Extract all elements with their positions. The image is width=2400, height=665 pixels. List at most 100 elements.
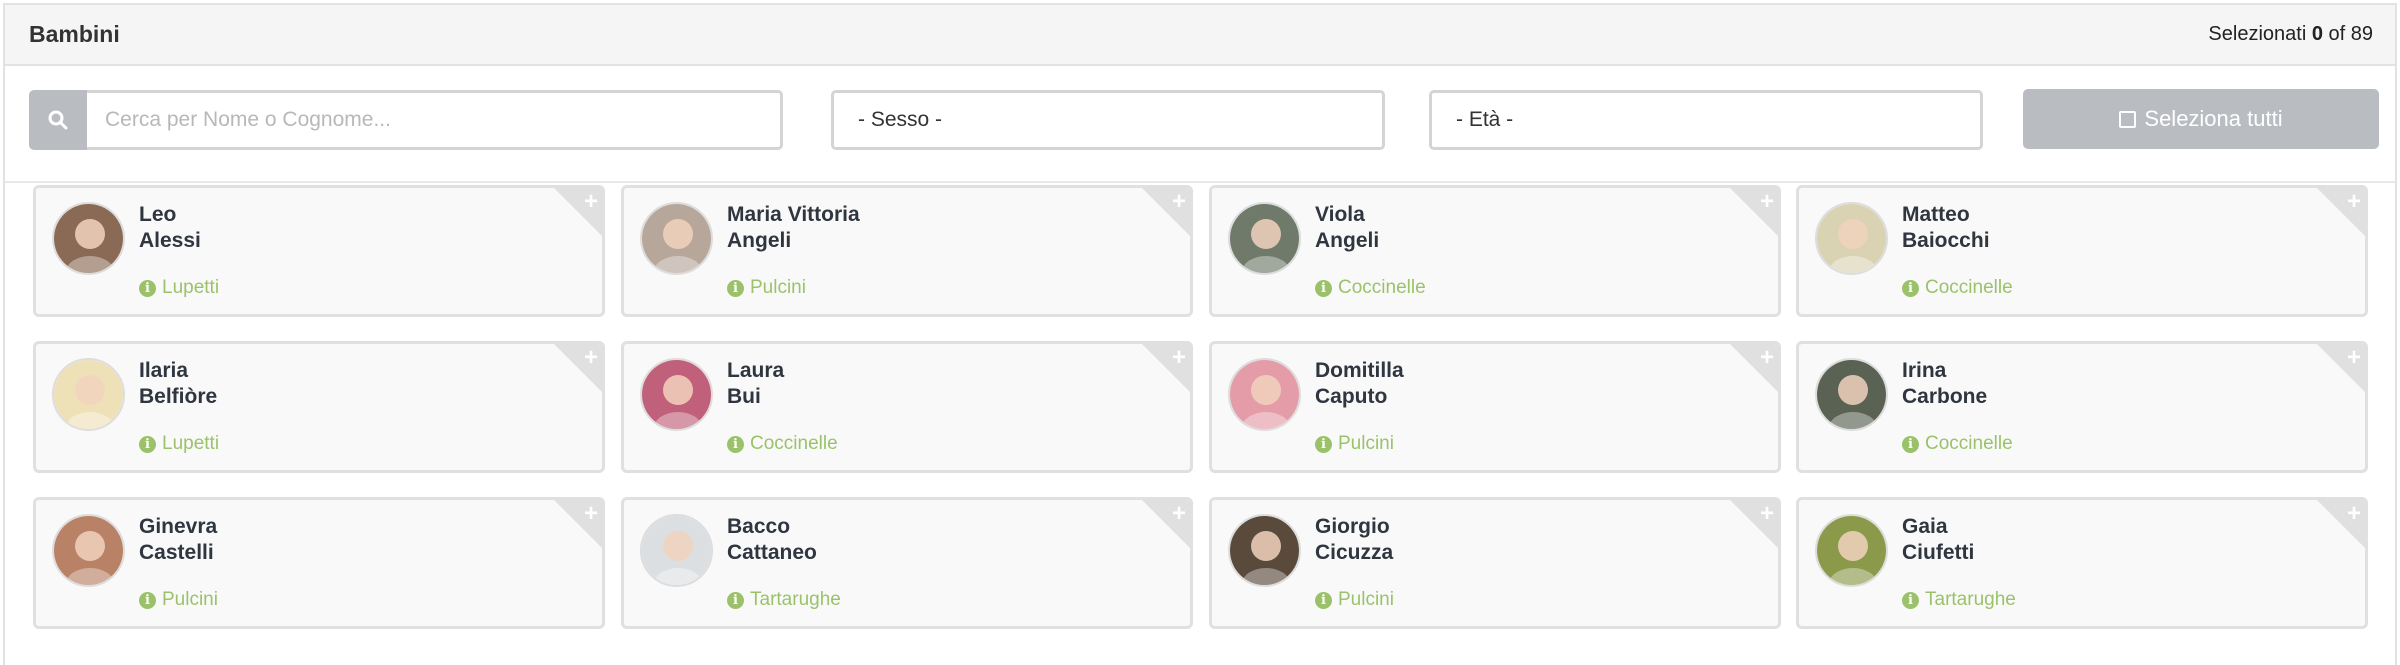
- child-first-name: Gaia: [1902, 515, 1948, 538]
- child-first-name: Bacco: [727, 515, 791, 538]
- child-group: i Pulcini: [139, 589, 218, 611]
- avatar: [1228, 514, 1301, 587]
- info-icon: i: [1315, 591, 1332, 609]
- child-card[interactable]: + Giorgio Cicuzza i Pulcini: [1209, 497, 1781, 629]
- info-icon: i: [1902, 435, 1919, 453]
- child-group-label: Pulcini: [1338, 433, 1394, 454]
- plus-icon[interactable]: +: [1172, 346, 1186, 370]
- info-icon: i: [727, 591, 744, 609]
- search-input[interactable]: [87, 90, 783, 150]
- plus-icon[interactable]: +: [1172, 190, 1186, 214]
- child-last-name: Cattaneo: [727, 541, 817, 564]
- info-icon: i: [727, 435, 744, 453]
- page-title: Bambini: [29, 21, 120, 47]
- child-group-label: Tartarughe: [1925, 589, 2016, 610]
- child-last-name: Belfiòre: [139, 385, 218, 408]
- child-last-name: Caputo: [1315, 385, 1388, 408]
- avatar: [640, 202, 713, 275]
- plus-icon[interactable]: +: [1760, 502, 1774, 526]
- child-group: i Tartarughe: [1902, 589, 2016, 611]
- child-first-name: Leo: [139, 203, 177, 226]
- avatar: [640, 358, 713, 431]
- child-last-name: Alessi: [139, 229, 201, 252]
- plus-icon[interactable]: +: [1760, 190, 1774, 214]
- child-card[interactable]: + Bacco Cattaneo i Tartarughe: [621, 497, 1193, 629]
- plus-icon[interactable]: +: [2347, 502, 2361, 526]
- child-card[interactable]: + Ilaria Belfiòre i Lupetti: [33, 341, 605, 473]
- child-card[interactable]: + Domitilla Caputo i Pulcini: [1209, 341, 1781, 473]
- child-group-label: Pulcini: [1338, 589, 1394, 610]
- child-group: i Coccinelle: [1315, 277, 1426, 299]
- plus-icon[interactable]: +: [2347, 190, 2361, 214]
- plus-icon[interactable]: +: [1760, 346, 1774, 370]
- avatar: [1815, 514, 1888, 587]
- panel-header: Bambini Selezionati 0 of 89: [5, 5, 2395, 66]
- info-icon: i: [1902, 591, 1919, 609]
- selection-counter: Selezionati 0 of 89: [2208, 23, 2373, 46]
- child-group-label: Lupetti: [162, 277, 220, 298]
- avatar: [1228, 202, 1301, 275]
- child-first-name: Giorgio: [1315, 515, 1390, 538]
- child-last-name: Bui: [727, 385, 761, 408]
- filter-bar: - Sesso - - Età - Seleziona tutti: [5, 66, 2395, 183]
- child-card[interactable]: + Laura Bui i Coccinelle: [621, 341, 1193, 473]
- child-group: i Coccinelle: [727, 433, 838, 455]
- child-group: i Coccinelle: [1902, 277, 2013, 299]
- plus-icon[interactable]: +: [584, 502, 598, 526]
- info-icon: i: [1902, 279, 1919, 297]
- child-group: i Pulcini: [1315, 589, 1394, 611]
- select-all-button[interactable]: Seleziona tutti: [2023, 89, 2379, 149]
- sex-select[interactable]: - Sesso -: [831, 90, 1385, 150]
- child-last-name: Cicuzza: [1315, 541, 1394, 564]
- child-first-name: Maria Vittoria: [727, 203, 860, 226]
- selection-prefix: Selezionati: [2208, 23, 2312, 45]
- child-group-label: Lupetti: [162, 433, 220, 454]
- child-first-name: Viola: [1315, 203, 1365, 226]
- child-last-name: Castelli: [139, 541, 214, 564]
- avatar: [1228, 358, 1301, 431]
- child-group-label: Tartarughe: [750, 589, 841, 610]
- child-last-name: Ciufetti: [1902, 541, 1975, 564]
- search-icon[interactable]: [29, 90, 87, 150]
- checkbox-icon: [2119, 110, 2137, 128]
- child-group: i Coccinelle: [1902, 433, 2013, 455]
- child-group-label: Coccinelle: [1925, 433, 2013, 454]
- child-card[interactable]: + Ginevra Castelli i Pulcini: [33, 497, 605, 629]
- child-group-label: Coccinelle: [750, 433, 838, 454]
- plus-icon[interactable]: +: [2347, 346, 2361, 370]
- child-last-name: Baiocchi: [1902, 229, 1990, 252]
- plus-icon[interactable]: +: [584, 346, 598, 370]
- child-first-name: Irina: [1902, 359, 1947, 382]
- child-first-name: Matteo: [1902, 203, 1970, 226]
- child-group-label: Coccinelle: [1925, 277, 2013, 298]
- avatar: [52, 514, 125, 587]
- info-icon: i: [727, 279, 744, 297]
- child-group: i Lupetti: [139, 433, 219, 455]
- child-card[interactable]: + Irina Carbone i Coccinelle: [1796, 341, 2368, 473]
- age-select[interactable]: - Età -: [1429, 90, 1983, 150]
- plus-icon[interactable]: +: [1172, 502, 1186, 526]
- avatar: [1815, 202, 1888, 275]
- info-icon: i: [139, 435, 156, 453]
- info-icon: i: [1315, 435, 1332, 453]
- plus-icon[interactable]: +: [584, 190, 598, 214]
- info-icon: i: [1315, 279, 1332, 297]
- child-last-name: Angeli: [1315, 229, 1380, 252]
- child-card[interactable]: + Viola Angeli i Coccinelle: [1209, 185, 1781, 317]
- children-panel: Bambini Selezionati 0 of 89 - Sesso - - …: [3, 3, 2397, 665]
- child-card[interactable]: + Matteo Baiocchi i Coccinelle: [1796, 185, 2368, 317]
- child-card[interactable]: + Leo Alessi i Lupetti: [33, 185, 605, 317]
- avatar: [52, 202, 125, 275]
- info-icon: i: [139, 591, 156, 609]
- child-card[interactable]: + Maria Vittoria Angeli i Pulcini: [621, 185, 1193, 317]
- child-first-name: Domitilla: [1315, 359, 1404, 382]
- child-group-label: Pulcini: [750, 277, 806, 298]
- child-group: i Pulcini: [727, 277, 806, 299]
- search-group: [29, 90, 783, 150]
- child-group: i Lupetti: [139, 277, 219, 299]
- child-last-name: Angeli: [727, 229, 792, 252]
- avatar: [52, 358, 125, 431]
- select-all-label: Seleziona tutti: [2144, 106, 2283, 131]
- child-first-name: Laura: [727, 359, 785, 382]
- child-card[interactable]: + Gaia Ciufetti i Tartarughe: [1796, 497, 2368, 629]
